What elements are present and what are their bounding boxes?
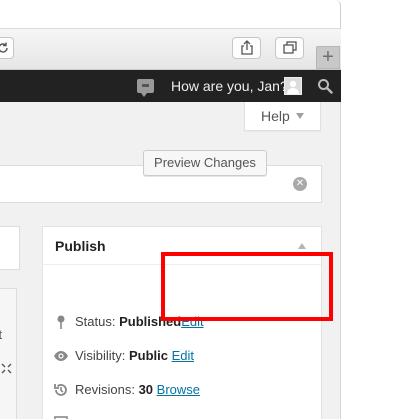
publish-metabox-title: Publish [55, 238, 106, 254]
revisions-label: Revisions: [75, 382, 139, 397]
pin-icon [57, 315, 65, 329]
reload-button[interactable] [0, 37, 14, 59]
chevron-down-icon [296, 113, 304, 119]
add-media-button-edge[interactable] [0, 226, 20, 270]
tabs-icon [283, 41, 297, 54]
fullscreen-icon[interactable] [1, 363, 12, 374]
share-button[interactable] [232, 37, 261, 59]
edit-status-link[interactable]: Edit [181, 314, 203, 329]
comment-bubble-icon[interactable] [137, 79, 154, 97]
avatar-silhouette-icon [287, 80, 299, 94]
desktop-background [341, 0, 397, 419]
schedule-row-partial [53, 412, 75, 419]
reload-icon [0, 42, 8, 53]
wp-admin-bar: How are you, Jan? [0, 70, 341, 102]
post-status-row: Status: PublishedEdit [53, 312, 204, 332]
editor-text-tab[interactable]: xt [0, 327, 2, 342]
search-icon[interactable] [317, 78, 333, 94]
screenshot-stage: + How are you, Jan? Help ✕ xt [0, 0, 397, 419]
eye-icon [54, 350, 68, 361]
browser-window-top [0, 0, 341, 30]
clear-icon[interactable]: ✕ [293, 177, 307, 191]
help-label: Help [261, 108, 290, 124]
browse-revisions-link[interactable]: Browse [157, 382, 200, 397]
avatar[interactable] [284, 77, 302, 95]
admin-greeting[interactable]: How are you, Jan? [171, 78, 288, 95]
history-icon [54, 383, 67, 396]
visibility-label: Visibility: [75, 348, 129, 363]
comment-bubble-lines [142, 84, 149, 87]
preview-changes-button[interactable]: Preview Changes [143, 150, 267, 176]
show-tabs-button[interactable] [275, 37, 304, 59]
visibility-value: Public [128, 348, 168, 363]
editor-toolbar-edge [0, 288, 17, 419]
share-icon [241, 40, 253, 55]
collapse-arrow-icon[interactable] [298, 243, 306, 249]
visibility-row: Visibility: Public Edit [53, 346, 194, 366]
help-tab-button[interactable]: Help [244, 102, 321, 131]
revisions-row: Revisions: 30 Browse [53, 380, 200, 400]
edit-visibility-link[interactable]: Edit [172, 348, 194, 363]
status-value: Published [119, 314, 182, 329]
browser-toolbar [0, 28, 341, 70]
revisions-count: 30 [138, 382, 154, 397]
new-tab-button[interactable]: + [316, 46, 340, 69]
status-label: Status: [75, 314, 120, 329]
publish-metabox-header[interactable]: Publish [43, 227, 321, 265]
calendar-icon [54, 415, 68, 419]
